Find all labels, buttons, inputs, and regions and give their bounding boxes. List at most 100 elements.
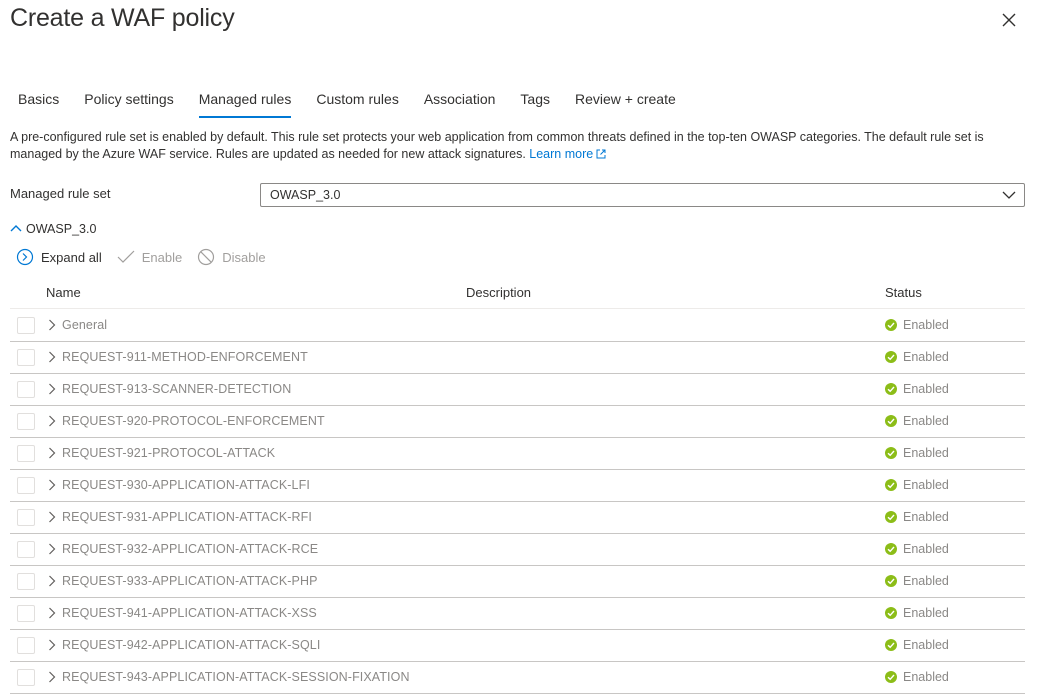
status-badge: Enabled xyxy=(885,478,949,492)
disable-label: Disable xyxy=(222,249,266,265)
chevron-right-icon[interactable] xyxy=(48,383,56,395)
table-row[interactable]: REQUEST-933-APPLICATION-ATTACK-PHP Enable… xyxy=(10,566,1025,598)
table-row[interactable]: REQUEST-930-APPLICATION-ATTACK-LFI Enable… xyxy=(10,470,1025,502)
status-text: Enabled xyxy=(903,446,949,460)
success-check-circle-icon xyxy=(885,639,897,651)
rule-group-name: REQUEST-942-APPLICATION-ATTACK-SQLI xyxy=(62,638,321,652)
success-check-circle-icon xyxy=(885,415,897,427)
status-badge: Enabled xyxy=(885,446,949,460)
rule-group-name: REQUEST-930-APPLICATION-ATTACK-LFI xyxy=(62,478,310,492)
page-title: Create a WAF policy xyxy=(10,4,235,32)
status-text: Enabled xyxy=(903,382,949,396)
tab-custom-rules[interactable]: Custom rules xyxy=(316,88,398,118)
row-checkbox[interactable] xyxy=(17,381,35,398)
rule-group-name: REQUEST-932-APPLICATION-ATTACK-RCE xyxy=(62,542,319,556)
column-header-name[interactable]: Name xyxy=(46,285,81,300)
chevron-right-icon[interactable] xyxy=(48,607,56,619)
chevron-right-icon[interactable] xyxy=(48,447,56,459)
close-button[interactable] xyxy=(998,9,1020,31)
status-text: Enabled xyxy=(903,574,949,588)
rule-group-name: REQUEST-943-APPLICATION-ATTACK-SESSION-F… xyxy=(62,670,410,684)
chevron-down-icon xyxy=(1002,191,1016,199)
tab-basics[interactable]: Basics xyxy=(18,88,59,118)
success-check-circle-icon xyxy=(885,511,897,523)
chevron-right-icon[interactable] xyxy=(48,575,56,587)
tab-review-create[interactable]: Review + create xyxy=(575,88,676,118)
block-icon xyxy=(197,248,215,266)
row-checkbox[interactable] xyxy=(17,541,35,558)
table-row[interactable]: REQUEST-941-APPLICATION-ATTACK-XSS Enable… xyxy=(10,598,1025,630)
tab-association[interactable]: Association xyxy=(424,88,496,118)
column-header-description[interactable]: Description xyxy=(466,285,531,300)
rule-group-name: REQUEST-941-APPLICATION-ATTACK-XSS xyxy=(62,606,317,620)
row-checkbox[interactable] xyxy=(17,413,35,430)
status-badge: Enabled xyxy=(885,350,949,364)
status-badge: Enabled xyxy=(885,670,949,684)
chevron-up-icon xyxy=(10,225,22,232)
status-badge: Enabled xyxy=(885,638,949,652)
row-checkbox[interactable] xyxy=(17,317,35,334)
row-checkbox[interactable] xyxy=(17,477,35,494)
success-check-circle-icon xyxy=(885,447,897,459)
chevron-right-icon[interactable] xyxy=(48,511,56,523)
row-checkbox[interactable] xyxy=(17,669,35,686)
row-checkbox[interactable] xyxy=(17,573,35,590)
success-check-circle-icon xyxy=(885,671,897,683)
table-row[interactable]: REQUEST-931-APPLICATION-ATTACK-RFI Enable… xyxy=(10,502,1025,534)
rule-group-label: OWASP_3.0 xyxy=(26,222,97,236)
status-text: Enabled xyxy=(903,478,949,492)
tab-managed-rules[interactable]: Managed rules xyxy=(198,88,291,118)
rule-group-name: REQUEST-913-SCANNER-DETECTION xyxy=(62,382,292,396)
status-badge: Enabled xyxy=(885,574,949,588)
managed-rule-set-value: OWASP_3.0 xyxy=(270,188,341,202)
success-check-circle-icon xyxy=(885,319,897,331)
chevron-right-icon[interactable] xyxy=(48,639,56,651)
success-check-circle-icon xyxy=(885,383,897,395)
table-row[interactable]: REQUEST-920-PROTOCOL-ENFORCEMENT Enabled xyxy=(10,406,1025,438)
status-text: Enabled xyxy=(903,606,949,620)
chevron-right-icon[interactable] xyxy=(48,671,56,683)
table-row[interactable]: REQUEST-932-APPLICATION-ATTACK-RCE Enable… xyxy=(10,534,1025,566)
table-row[interactable]: REQUEST-942-APPLICATION-ATTACK-SQLI Enabl… xyxy=(10,630,1025,662)
success-check-circle-icon xyxy=(885,543,897,555)
row-checkbox[interactable] xyxy=(17,445,35,462)
table-row[interactable]: REQUEST-921-PROTOCOL-ATTACK Enabled xyxy=(10,438,1025,470)
row-checkbox[interactable] xyxy=(17,509,35,526)
chevron-right-icon[interactable] xyxy=(48,415,56,427)
expand-all-button[interactable]: Expand all xyxy=(16,248,102,266)
status-text: Enabled xyxy=(903,670,949,684)
status-badge: Enabled xyxy=(885,542,949,556)
row-checkbox[interactable] xyxy=(17,605,35,622)
disable-button[interactable]: Disable xyxy=(197,248,266,266)
status-badge: Enabled xyxy=(885,382,949,396)
table-row[interactable]: General Enabled xyxy=(10,310,1025,342)
status-text: Enabled xyxy=(903,414,949,428)
status-text: Enabled xyxy=(903,318,949,332)
status-text: Enabled xyxy=(903,350,949,364)
chevron-right-icon[interactable] xyxy=(48,351,56,363)
row-checkbox[interactable] xyxy=(17,637,35,654)
table-row[interactable]: REQUEST-913-SCANNER-DETECTION Enabled xyxy=(10,374,1025,406)
status-text: Enabled xyxy=(903,510,949,524)
table-header: Name Description Status xyxy=(10,280,1025,309)
success-check-circle-icon xyxy=(885,607,897,619)
row-checkbox[interactable] xyxy=(17,349,35,366)
tab-tags[interactable]: Tags xyxy=(520,88,550,118)
rule-group-toggle[interactable]: OWASP_3.0 xyxy=(10,222,96,236)
chevron-right-icon[interactable] xyxy=(48,319,56,331)
rule-group-name: General xyxy=(62,318,108,332)
enable-button[interactable]: Enable xyxy=(117,250,182,265)
tab-policy-settings[interactable]: Policy settings xyxy=(84,88,173,118)
table-row[interactable]: REQUEST-943-APPLICATION-ATTACK-SESSION-F… xyxy=(10,662,1025,694)
rule-group-name: REQUEST-920-PROTOCOL-ENFORCEMENT xyxy=(62,414,325,428)
learn-more-link[interactable]: Learn more xyxy=(529,147,606,161)
expand-circle-icon xyxy=(16,248,34,266)
description-text: A pre-configured rule set is enabled by … xyxy=(10,130,984,161)
chevron-right-icon[interactable] xyxy=(48,479,56,491)
table-row[interactable]: REQUEST-911-METHOD-ENFORCEMENT Enabled xyxy=(10,342,1025,374)
expand-all-label: Expand all xyxy=(41,249,102,265)
column-header-status[interactable]: Status xyxy=(885,285,922,300)
status-badge: Enabled xyxy=(885,414,949,428)
managed-rule-set-dropdown[interactable]: OWASP_3.0 xyxy=(260,183,1025,207)
chevron-right-icon[interactable] xyxy=(48,543,56,555)
